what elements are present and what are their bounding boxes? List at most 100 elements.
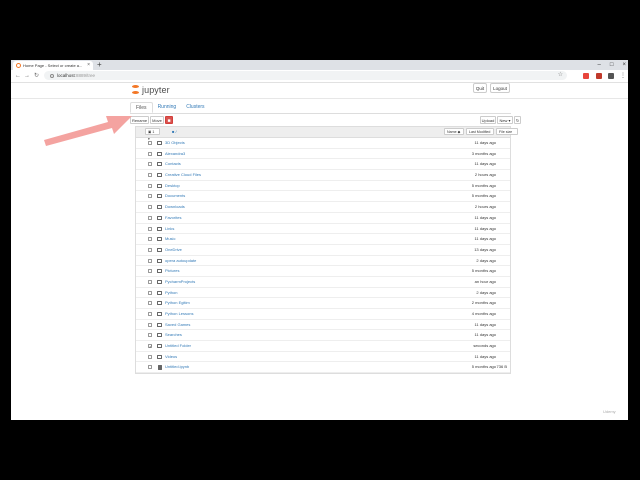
file-row[interactable]: Links 11 days ago xyxy=(136,224,510,235)
site-info-icon[interactable] xyxy=(50,73,54,78)
browser-menu-icon[interactable]: ⋮ xyxy=(620,71,626,81)
row-checkbox[interactable] xyxy=(148,226,152,231)
quit-button[interactable]: Quit xyxy=(473,83,487,93)
file-name-link[interactable]: Untitled Folder xyxy=(165,341,191,351)
select-all-dropdown[interactable]: ▣ 1 ▾ xyxy=(145,128,160,141)
file-name-link[interactable]: Creative Cloud Files xyxy=(165,170,201,180)
row-checkbox[interactable] xyxy=(148,173,152,178)
row-checkbox[interactable] xyxy=(148,322,152,327)
file-row[interactable]: opera autoupdate 2 days ago xyxy=(136,256,510,267)
jupyter-logo[interactable]: jupyter xyxy=(131,84,170,96)
new-dropdown-button[interactable]: New ▾ xyxy=(497,116,513,124)
delete-button[interactable]: ■ xyxy=(165,116,173,124)
upload-button[interactable]: Upload xyxy=(480,116,496,124)
file-name-link[interactable]: OneDrive xyxy=(165,245,182,255)
tab-clusters[interactable]: Clusters xyxy=(181,102,209,113)
tab-running[interactable]: Running xyxy=(153,102,182,113)
file-name-link[interactable]: Downloads xyxy=(165,202,185,212)
file-row[interactable]: Python 2 days ago xyxy=(136,288,510,299)
extension-icon-1[interactable] xyxy=(583,73,589,79)
tab-close-icon[interactable]: × xyxy=(87,61,90,70)
bookmark-star-icon[interactable]: ☆ xyxy=(558,71,563,80)
file-name-link[interactable]: Desktop xyxy=(165,181,180,191)
file-row[interactable]: Favorites 11 days ago xyxy=(136,213,510,224)
file-row[interactable]: Contacts 11 days ago xyxy=(136,159,510,171)
refresh-button[interactable]: ↻ xyxy=(514,116,521,124)
row-checkbox[interactable] xyxy=(148,183,152,188)
file-row[interactable]: ✓ Untitled Folder seconds ago xyxy=(136,341,510,352)
file-row[interactable]: PycharmProjects an hour ago xyxy=(136,277,510,288)
breadcrumb[interactable]: ■ / xyxy=(172,127,177,137)
sort-by-last-modified-button[interactable]: Last Modified xyxy=(466,128,494,135)
file-row[interactable]: Searches 11 days ago xyxy=(136,330,510,342)
row-checkbox[interactable] xyxy=(148,279,152,284)
last-modified: 11 days ago xyxy=(474,225,497,231)
file-row[interactable]: Untitled.ipynb 5 months ago 736 B xyxy=(136,362,510,374)
row-checkbox[interactable] xyxy=(148,205,152,210)
row-checkbox[interactable] xyxy=(148,215,152,220)
row-checkbox[interactable] xyxy=(148,354,152,359)
forward-icon[interactable]: → xyxy=(24,71,30,81)
file-row[interactable]: Music 11 days ago xyxy=(136,234,510,245)
row-checkbox[interactable] xyxy=(148,194,152,199)
file-name-link[interactable]: Searches xyxy=(165,330,182,340)
browser-tab[interactable]: Home Page - Select or create a... × xyxy=(13,61,93,70)
row-checkbox[interactable]: ✓ xyxy=(148,344,152,349)
file-name-link[interactable]: Alexandra3 xyxy=(165,149,185,159)
new-tab-button[interactable]: + xyxy=(97,60,102,70)
file-row[interactable]: Python Lessons 4 months ago xyxy=(136,309,510,320)
file-name-link[interactable]: Pictures xyxy=(165,266,179,276)
row-checkbox[interactable] xyxy=(148,290,152,295)
file-name-link[interactable]: Documents xyxy=(165,191,185,201)
file-name-link[interactable]: PycharmProjects xyxy=(165,277,195,287)
file-name-link[interactable]: Music xyxy=(165,234,175,244)
file-row[interactable]: Alexandra3 3 months ago xyxy=(136,149,510,160)
row-checkbox[interactable] xyxy=(148,162,152,167)
file-row[interactable]: 3D Objects 11 days ago xyxy=(136,138,510,149)
move-button[interactable]: Move xyxy=(150,116,164,124)
file-row[interactable]: Saved Games 11 days ago xyxy=(136,320,510,331)
tab-strip: Home Page - Select or create a... × + – … xyxy=(11,60,628,70)
file-row[interactable]: Pictures 5 months ago xyxy=(136,266,510,277)
row-checkbox[interactable] xyxy=(148,312,152,316)
logout-button[interactable]: Logout xyxy=(490,83,510,93)
file-name-link[interactable]: Contacts xyxy=(165,159,181,169)
file-row[interactable]: Downloads 2 hours ago xyxy=(136,202,510,213)
file-row[interactable]: Videos 11 days ago xyxy=(136,352,510,363)
file-name-link[interactable]: Python Lessons xyxy=(165,309,193,319)
file-name-link[interactable]: opera autoupdate xyxy=(165,256,196,266)
file-row[interactable]: Creative Cloud Files 2 hours ago xyxy=(136,170,510,181)
row-checkbox[interactable] xyxy=(148,365,152,370)
file-name-link[interactable]: Favorites xyxy=(165,213,181,223)
row-checkbox[interactable] xyxy=(148,301,152,306)
minimize-icon[interactable]: – xyxy=(598,60,601,70)
reload-icon[interactable]: ↻ xyxy=(34,71,39,81)
maximize-icon[interactable]: □ xyxy=(610,60,614,70)
sort-by-name-button[interactable]: Name ◆ xyxy=(444,128,464,135)
file-name-link[interactable]: Python xyxy=(165,288,177,298)
window-close-icon[interactable]: × xyxy=(622,60,626,70)
row-checkbox[interactable] xyxy=(148,141,152,145)
sort-by-file-size-button[interactable]: File size xyxy=(496,128,518,135)
row-checkbox[interactable] xyxy=(148,258,152,263)
row-checkbox[interactable] xyxy=(148,247,152,252)
extension-icon-2[interactable] xyxy=(596,73,602,79)
file-name-link[interactable]: Links xyxy=(165,224,174,234)
file-name-link[interactable]: Saved Games xyxy=(165,320,190,330)
file-row[interactable]: OneDrive 13 days ago xyxy=(136,245,510,256)
row-checkbox[interactable] xyxy=(148,269,152,274)
file-row[interactable]: Documents 5 months ago xyxy=(136,191,510,203)
file-name-link[interactable]: Untitled.ipynb xyxy=(165,362,189,372)
file-row[interactable]: Python Egitim 2 months ago xyxy=(136,298,510,309)
row-checkbox[interactable] xyxy=(148,333,152,338)
url-field[interactable]: localhost:8889/tree ☆ xyxy=(44,71,567,80)
row-checkbox[interactable] xyxy=(148,237,152,242)
extension-icon-3[interactable] xyxy=(608,73,614,79)
row-checkbox[interactable] xyxy=(148,151,152,156)
file-name-link[interactable]: Python Egitim xyxy=(165,298,190,308)
file-name-link[interactable]: Videos xyxy=(165,352,177,362)
file-row[interactable]: Desktop 5 months ago xyxy=(136,181,510,192)
file-name-link[interactable]: 3D Objects xyxy=(165,138,185,148)
back-icon[interactable]: ← xyxy=(15,71,21,81)
folder-icon xyxy=(157,301,162,306)
